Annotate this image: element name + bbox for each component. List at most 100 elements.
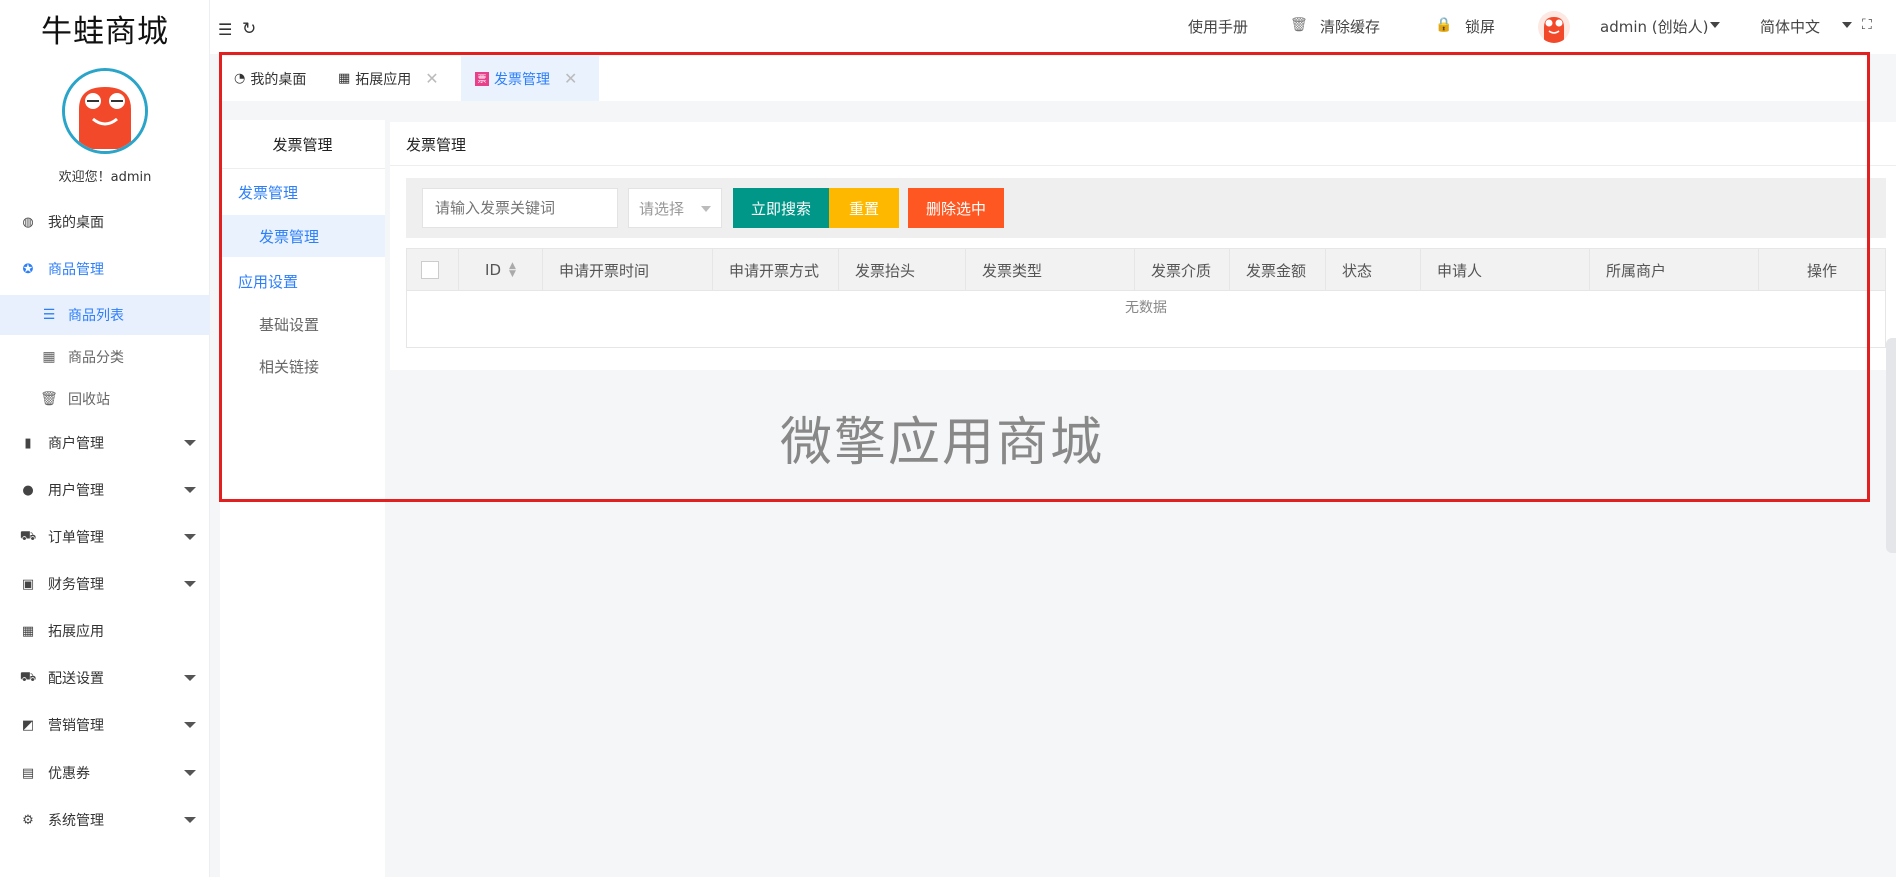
welcome-text: 欢迎您！admin xyxy=(58,170,152,185)
fullscreen-icon[interactable]: ⛶ xyxy=(1862,17,1872,33)
trash-icon: 🗑 xyxy=(40,391,58,407)
page-title: 发票管理 xyxy=(406,136,467,154)
search-input[interactable] xyxy=(422,188,618,228)
close-icon[interactable]: ✕ xyxy=(564,69,577,88)
lock-screen-link[interactable]: 锁屏 xyxy=(1465,16,1495,37)
product-icon: ✪ xyxy=(22,261,34,277)
language-menu[interactable]: 简体中文 xyxy=(1760,16,1820,37)
column-invoice-amount: 发票金额 xyxy=(1230,249,1326,291)
column-id[interactable]: ID ▲ ▼ xyxy=(459,249,543,291)
chevron-down-icon xyxy=(184,581,196,587)
select-all-cell xyxy=(407,249,459,291)
nav-coupons[interactable]: ▤ 优惠券 xyxy=(0,754,210,792)
chevron-down-icon xyxy=(184,534,196,540)
invoice-table: ID ▲ ▼ 申请开票时间 申请开票方式 发票抬头 发票类型 发票介质 发票金额 … xyxy=(406,248,1886,348)
delete-selected-button[interactable]: 删除选中 xyxy=(908,188,1004,228)
cart-icon: ⛟ xyxy=(19,528,37,544)
nav-marketing[interactable]: ◩ 营销管理 xyxy=(0,706,210,744)
user-menu[interactable]: admin (创始人) xyxy=(1600,16,1708,37)
frog-avatar-icon xyxy=(65,71,145,151)
gear-icon: ⚙ xyxy=(22,812,34,828)
search-button[interactable]: 立即搜索 xyxy=(733,188,829,228)
nav-merchants[interactable]: ▮ 商户管理 xyxy=(0,424,210,462)
tab-extensions[interactable]: ▦ 拓展应用 ✕ xyxy=(338,56,466,101)
sidebar: 牛蛙商城 欢迎您！admin ◍ 我的桌面 ✪ 商品管理 ☰ 商品列表 ▦ 商品… xyxy=(0,0,210,877)
manual-link[interactable]: 使用手册 xyxy=(1188,16,1248,37)
nav-label: 系统管理 xyxy=(48,813,104,829)
submenu-group-invoice[interactable]: 发票管理 xyxy=(220,171,385,213)
submenu-item-links[interactable]: 相关链接 xyxy=(220,345,385,387)
nav-product-category[interactable]: ▦ 商品分类 xyxy=(0,337,210,377)
frog-avatar-icon xyxy=(1544,17,1564,43)
nav-label: 商品管理 xyxy=(48,262,104,278)
column-status: 状态 xyxy=(1326,249,1421,291)
chevron-down-icon xyxy=(184,675,196,681)
nav-label: 我的桌面 xyxy=(48,215,104,231)
nav-delivery[interactable]: ⛟ 配送设置 xyxy=(0,659,210,697)
nav-orders[interactable]: ⛟ 订单管理 xyxy=(0,518,210,556)
tab-invoice[interactable]: 票 发票管理 ✕ xyxy=(461,56,599,101)
tab-label: 发票管理 xyxy=(494,71,550,88)
content-panel: 发票管理 请选择 立即搜索 重置 删除选中 ID ▲▼ 申请开票时间 申请开票方… xyxy=(390,122,1896,370)
chevron-down-icon xyxy=(184,440,196,446)
chevron-down-icon xyxy=(184,487,196,493)
tab-label: 我的桌面 xyxy=(250,71,307,88)
column-invoice-type: 发票类型 xyxy=(966,249,1135,291)
nav-users[interactable]: ● 用户管理 xyxy=(0,471,210,509)
nav-extensions[interactable]: ▦ 拓展应用 xyxy=(0,612,210,650)
column-apply-method: 申请开票方式 xyxy=(713,249,839,291)
nav-recycle-bin[interactable]: 🗑 回收站 xyxy=(0,379,210,419)
sort-icon[interactable]: ▲ ▼ xyxy=(509,262,516,279)
column-invoice-title: 发票抬头 xyxy=(839,249,966,291)
search-toolbar: 请选择 立即搜索 重置 删除选中 xyxy=(406,178,1886,238)
column-actions: 操作 xyxy=(1806,261,1837,280)
nav-label: 用户管理 xyxy=(48,483,104,499)
secondary-menu: 发票管理 发票管理 发票管理 应用设置 基础设置 相关链接 xyxy=(220,120,385,877)
avatar[interactable] xyxy=(62,68,148,154)
nav-label: 财务管理 xyxy=(48,577,104,593)
tab-dashboard[interactable]: ◔ 我的桌面 xyxy=(228,56,328,101)
submenu-item-invoice[interactable]: 发票管理 xyxy=(220,215,385,257)
truck-icon: ⛟ xyxy=(19,669,37,685)
nav-finance[interactable]: ▣ 财务管理 xyxy=(0,565,210,603)
sub-label: 商品列表 xyxy=(68,308,124,324)
nav-products[interactable]: ✪ 商品管理 xyxy=(0,250,210,288)
lock-icon: 🔒 xyxy=(1435,17,1453,33)
close-icon[interactable]: ✕ xyxy=(425,69,438,88)
nav-system[interactable]: ⚙ 系统管理 xyxy=(0,801,210,839)
marketing-icon: ◩ xyxy=(21,717,35,733)
invoice-icon: 票 xyxy=(475,71,489,86)
money-icon: ▣ xyxy=(21,576,35,592)
dashboard-icon: ◍ xyxy=(22,214,34,230)
side-drawer-handle[interactable] xyxy=(1886,338,1896,553)
submenu-group-settings[interactable]: 应用设置 xyxy=(220,260,385,302)
dashboard-icon: ◔ xyxy=(234,71,246,86)
column-applicant: 申请人 xyxy=(1421,249,1590,291)
tab-label: 拓展应用 xyxy=(355,71,412,88)
nav-label: 优惠券 xyxy=(48,766,90,782)
nav-dashboard[interactable]: ◍ 我的桌面 xyxy=(0,203,210,241)
submenu-item-basic[interactable]: 基础设置 xyxy=(220,303,385,345)
user-avatar[interactable] xyxy=(1538,11,1570,43)
column-label: ID xyxy=(485,261,502,279)
divider xyxy=(220,168,385,169)
menu-toggle-icon[interactable]: ☰ xyxy=(218,20,232,39)
trash-icon: 🗑 xyxy=(1290,17,1308,33)
chevron-down-icon xyxy=(1842,22,1852,28)
status-select[interactable]: 请选择 xyxy=(628,188,722,228)
chevron-down-icon xyxy=(184,722,196,728)
coupon-icon: ▤ xyxy=(21,765,35,781)
nav-label: 营销管理 xyxy=(48,718,104,734)
grid-icon: ▦ xyxy=(42,349,56,365)
apps-icon: ▦ xyxy=(338,71,351,86)
list-icon: ☰ xyxy=(42,307,56,323)
top-header: ☰ ↻ 使用手册 🗑 清除缓存 🔒 锁屏 admin (创始人) 简体中文 ⛶ xyxy=(210,0,1896,54)
nav-product-list[interactable]: ☰ 商品列表 xyxy=(0,295,210,335)
refresh-icon[interactable]: ↻ xyxy=(242,19,256,39)
sub-label: 回收站 xyxy=(68,392,110,408)
chevron-down-icon xyxy=(1710,22,1720,28)
sub-label: 商品分类 xyxy=(68,350,124,366)
clear-cache-link[interactable]: 清除缓存 xyxy=(1320,16,1380,37)
reset-button[interactable]: 重置 xyxy=(829,188,899,228)
select-all-checkbox[interactable] xyxy=(421,261,439,279)
